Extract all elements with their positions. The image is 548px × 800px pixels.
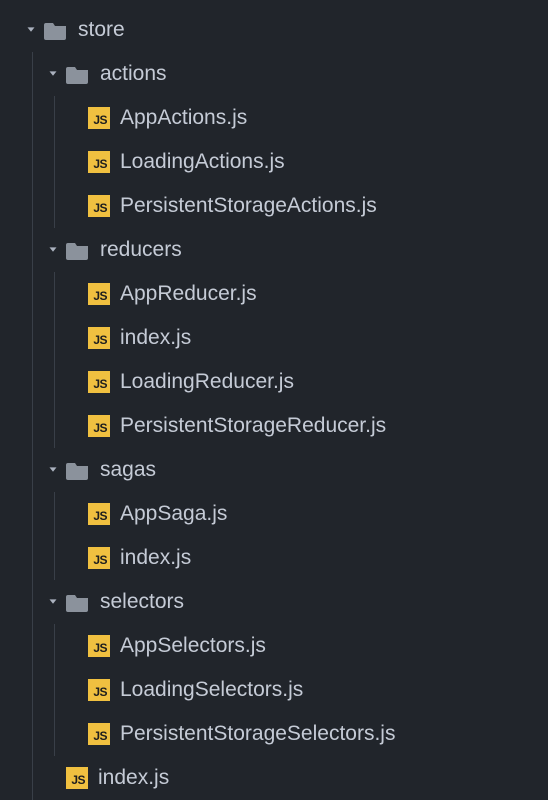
file-label: AppSelectors.js [120,634,266,658]
js-file-icon: JS [88,151,110,173]
file-row[interactable]: JS LoadingSelectors.js [0,668,548,712]
folder-icon [66,240,90,260]
js-file-icon: JS [88,723,110,745]
file-label: PersistentStorageActions.js [120,194,377,218]
folder-row-sagas[interactable]: sagas [0,448,548,492]
js-file-icon: JS [88,327,110,349]
js-file-icon: JS [88,415,110,437]
file-tree: store actions JS AppActions.js JS Loadin… [0,8,548,800]
file-row[interactable]: JS index.js [0,756,548,800]
file-row[interactable]: JS AppReducer.js [0,272,548,316]
chevron-down-icon [42,459,64,481]
chevron-down-icon [42,63,64,85]
file-row[interactable]: JS AppActions.js [0,96,548,140]
file-label: index.js [98,766,169,790]
js-file-icon: JS [66,767,88,789]
js-file-icon: JS [88,371,110,393]
folder-icon [66,64,90,84]
file-row[interactable]: JS AppSaga.js [0,492,548,536]
file-label: AppReducer.js [120,282,257,306]
file-label: PersistentStorageReducer.js [120,414,386,438]
file-label: AppSaga.js [120,502,227,526]
folder-label: store [78,18,125,42]
file-row[interactable]: JS index.js [0,316,548,360]
file-row[interactable]: JS index.js [0,536,548,580]
folder-label: selectors [100,590,184,614]
chevron-down-icon [20,19,42,41]
folder-row-actions[interactable]: actions [0,52,548,96]
chevron-down-icon [42,239,64,261]
js-file-icon: JS [88,503,110,525]
folder-icon [66,592,90,612]
js-file-icon: JS [88,635,110,657]
file-row[interactable]: JS PersistentStorageActions.js [0,184,548,228]
file-label: index.js [120,546,191,570]
js-file-icon: JS [88,107,110,129]
file-label: LoadingSelectors.js [120,678,303,702]
folder-label: sagas [100,458,156,482]
file-row[interactable]: JS AppSelectors.js [0,624,548,668]
file-row[interactable]: JS LoadingReducer.js [0,360,548,404]
file-label: LoadingActions.js [120,150,285,174]
js-file-icon: JS [88,195,110,217]
folder-icon [66,460,90,480]
file-label: LoadingReducer.js [120,370,294,394]
folder-row-reducers[interactable]: reducers [0,228,548,272]
file-row[interactable]: JS PersistentStorageSelectors.js [0,712,548,756]
chevron-down-icon [42,591,64,613]
file-row[interactable]: JS PersistentStorageReducer.js [0,404,548,448]
folder-label: actions [100,62,167,86]
file-label: PersistentStorageSelectors.js [120,722,395,746]
file-label: index.js [120,326,191,350]
js-file-icon: JS [88,283,110,305]
file-row[interactable]: JS LoadingActions.js [0,140,548,184]
folder-label: reducers [100,238,182,262]
folder-row-store[interactable]: store [0,8,548,52]
file-label: AppActions.js [120,106,247,130]
js-file-icon: JS [88,547,110,569]
js-file-icon: JS [88,679,110,701]
folder-icon [44,20,68,40]
folder-row-selectors[interactable]: selectors [0,580,548,624]
